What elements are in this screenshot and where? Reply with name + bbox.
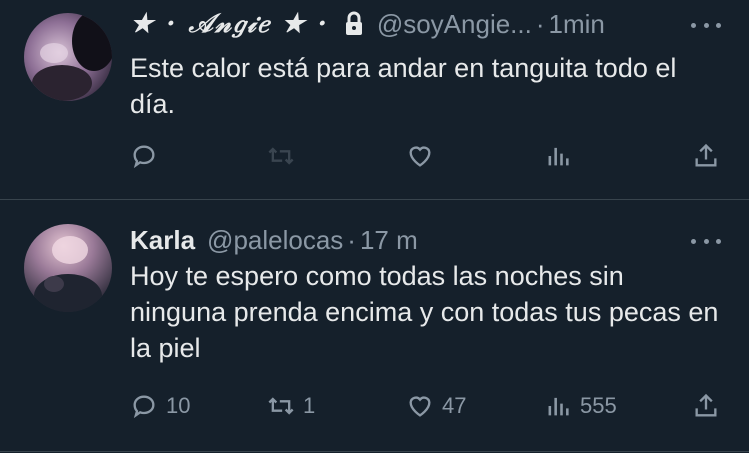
views-button[interactable]: [544, 138, 580, 174]
separator-dot: ·: [347, 224, 356, 255]
avatar[interactable]: [24, 224, 112, 312]
views-count: 555: [580, 393, 617, 418]
more-icon[interactable]: [691, 236, 721, 246]
like-count: 47: [442, 393, 467, 418]
tweet-text: Hoy te espero como todas las noches sin …: [130, 261, 719, 363]
retweet-button[interactable]: [267, 138, 303, 174]
reply-icon: [133, 145, 155, 169]
separator-dot: ·: [535, 8, 545, 39]
tweet-header: Karla @palelocas · 17 m: [130, 222, 418, 258]
views-icon: [548, 147, 569, 166]
retweet-icon: [268, 397, 294, 415]
timestamp[interactable]: 1min: [549, 9, 605, 40]
display-name[interactable]: Karla: [130, 225, 195, 256]
views-button[interactable]: 555: [544, 388, 617, 424]
tweet-header: ★ · 𝒜𝓃𝑔𝒾𝑒 ★ · @soyAngie... · 1min: [130, 6, 605, 42]
retweet-button[interactable]: 1: [267, 388, 315, 424]
retweet-icon: [268, 147, 294, 165]
tweet-karla[interactable]: Karla @palelocas · 17 m Hoy te espero co…: [0, 200, 749, 453]
share-icon: [695, 143, 717, 167]
share-icon: [695, 393, 717, 417]
more-icon[interactable]: [691, 20, 721, 30]
tweet-actions: 10 1 47 555: [130, 388, 730, 424]
reply-icon: [133, 395, 155, 419]
tweet-angie[interactable]: ★ · 𝒜𝓃𝑔𝒾𝑒 ★ · @soyAngie... · 1min Este c…: [0, 0, 749, 200]
share-button[interactable]: [692, 388, 720, 424]
like-icon: [409, 396, 431, 417]
handle[interactable]: @palelocas: [207, 225, 343, 256]
share-button[interactable]: [692, 138, 720, 174]
retweet-count: 1: [303, 393, 316, 418]
handle[interactable]: @soyAngie...: [377, 9, 532, 40]
reply-button[interactable]: [130, 138, 166, 174]
reply-button[interactable]: 10: [130, 388, 190, 424]
timestamp[interactable]: 17 m: [360, 225, 418, 256]
views-icon: [548, 397, 569, 416]
like-button[interactable]: 47: [406, 388, 466, 424]
avatar[interactable]: [24, 13, 112, 101]
like-icon: [409, 146, 431, 167]
reply-count: 10: [166, 393, 191, 418]
tweet-text: Este calor está para andar en tanguita t…: [130, 53, 677, 119]
like-button[interactable]: [406, 138, 442, 174]
divider: [0, 451, 749, 452]
tweet-actions: [130, 138, 730, 174]
lock-icon: [345, 11, 362, 35]
display-name[interactable]: ★ · 𝒜𝓃𝑔𝒾𝑒 ★ ·: [130, 9, 329, 40]
